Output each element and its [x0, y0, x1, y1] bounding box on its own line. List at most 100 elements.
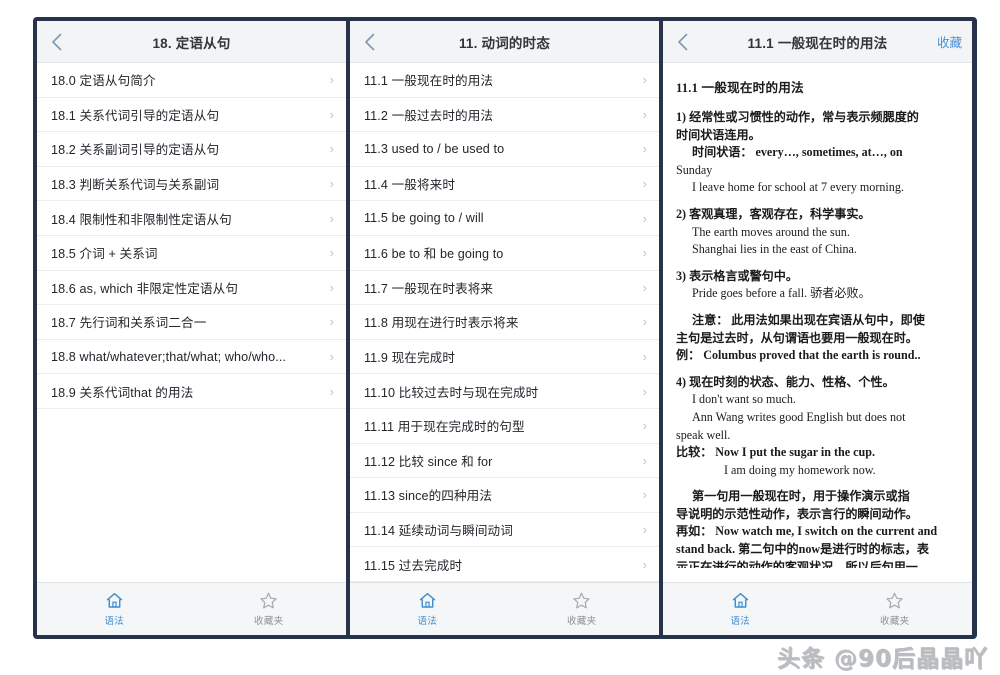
- article-line: Pride goes before a fall. 骄者必败。: [692, 286, 871, 301]
- list-item[interactable]: 18.4 限制性和非限制性定语从句 ›: [37, 201, 346, 236]
- panels-container: 18. 定语从句 18.0 定语从句简介 › 18.1 关系代词引导的定语从句 › 18.…: [37, 21, 973, 635]
- list-item[interactable]: 11.4 一般将来时 ›: [350, 167, 659, 202]
- chevron-right-icon: ›: [329, 176, 334, 192]
- list-item[interactable]: 11.15 过去完成时 ›: [350, 547, 659, 582]
- article-paragraphs: 1) 经常性或习惯性的动作，常与表示频腮度的 时间状语连用。 时间状语： every…: [676, 109, 959, 568]
- tab-label: 语法: [730, 616, 751, 627]
- tab-label: 语法: [417, 616, 438, 627]
- list-item-label: 11.12 比较 since 和 for: [364, 454, 493, 469]
- list-item[interactable]: 18.6 as, which 非限定性定语从句 ›: [37, 271, 346, 306]
- article-body[interactable]: 11.1 一般现在时的用法 1) 经常性或习惯性的动作，常与表示频腮度的 时间状语连…: [663, 63, 972, 582]
- tab-favorites[interactable]: 收藏夹: [505, 583, 660, 635]
- panel-verb-tense: 11. 动词的时态 11.1 一般现在时的用法 › 11.2 一般过去时的用法 › 11.…: [350, 21, 659, 635]
- list-item[interactable]: 11.8 用现在进行时表示将来 ›: [350, 305, 659, 340]
- list-item[interactable]: 11.10 比较过去时与现在完成时 ›: [350, 374, 659, 409]
- chevron-right-icon: ›: [642, 210, 647, 226]
- tab-label: 收藏夹: [567, 616, 597, 627]
- star-icon: [885, 591, 904, 610]
- list-item[interactable]: 11.2 一般过去时的用法 ›: [350, 98, 659, 133]
- list-item-label: 18.8 what/whatever;that/what; who/who...: [51, 349, 287, 364]
- article-line: stand back. 第二句中的now是进行时的标志，表: [676, 542, 929, 557]
- list-item[interactable]: 11.3 used to / be used to ›: [350, 132, 659, 167]
- list-item[interactable]: 11.12 比较 since 和 for ›: [350, 444, 659, 479]
- article-line: I am doing my homework now.: [724, 462, 876, 477]
- list-item-label: 11.15 过去完成时: [364, 558, 463, 573]
- list-item-label: 11.2 一般过去时的用法: [364, 108, 494, 123]
- article-title: 11.1 一般现在时的用法: [676, 81, 804, 95]
- list-item[interactable]: 11.5 be going to / will ›: [350, 201, 659, 236]
- list-item-label: 18.5 介词 + 关系词: [51, 247, 158, 262]
- list-item-label: 11.6 be to 和 be going to: [364, 247, 504, 262]
- chevron-left-icon: [676, 32, 689, 52]
- panel-header: 11. 动词的时态: [350, 21, 659, 63]
- list-item-label: 18.3 判断关系代词与关系副词: [51, 178, 220, 193]
- topic-list[interactable]: 11.1 一般现在时的用法 › 11.2 一般过去时的用法 › 11.3 used to…: [350, 63, 659, 582]
- chevron-right-icon: ›: [642, 245, 647, 261]
- list-item[interactable]: 11.14 延续动词与瞬间动词 ›: [350, 513, 659, 548]
- tab-label: 收藏夹: [880, 616, 910, 627]
- article-line: 主句是过去时，从句谓语也要用一般现在时。: [676, 330, 918, 345]
- home-icon: [731, 591, 750, 610]
- list-item[interactable]: 18.9 关系代词that 的用法 ›: [37, 374, 346, 409]
- tab-favorites[interactable]: 收藏夹: [192, 583, 347, 635]
- topic-list[interactable]: 18.0 定语从句简介 › 18.1 关系代词引导的定语从句 › 18.2 关系副词引导…: [37, 63, 346, 582]
- tab-grammar[interactable]: 语法: [37, 583, 192, 635]
- favorite-button[interactable]: 收藏: [937, 32, 962, 51]
- list-item[interactable]: 11.11 用于现在完成时的句型 ›: [350, 409, 659, 444]
- list-item[interactable]: 11.7 一般现在时表将来 ›: [350, 271, 659, 306]
- list-item-label: 11.8 用现在进行时表示将来: [364, 316, 519, 331]
- page-title: 18. 定语从句: [152, 35, 231, 51]
- panel-header: 11.1 一般现在时的用法 收藏: [663, 21, 972, 63]
- article-line: 注意： 此用法如果出现在宾语从句中，即使: [692, 312, 925, 327]
- back-button[interactable]: [663, 21, 701, 62]
- list-item[interactable]: 11.9 现在完成时 ›: [350, 340, 659, 375]
- list-item[interactable]: 18.0 定语从句简介 ›: [37, 63, 346, 98]
- chevron-right-icon: ›: [642, 383, 647, 399]
- panel-article: 11.1 一般现在时的用法 收藏 11.1 一般现在时的用法 1) 经常性或习惯性的动…: [663, 21, 972, 635]
- chevron-right-icon: ›: [329, 279, 334, 295]
- list-item[interactable]: 18.5 介词 + 关系词 ›: [37, 236, 346, 271]
- list-item[interactable]: 11.6 be to 和 be going to ›: [350, 236, 659, 271]
- list-item[interactable]: 18.7 先行词和关系词二合一 ›: [37, 305, 346, 340]
- watermark: 头条 @90后晶晶吖: [776, 646, 988, 672]
- list-item[interactable]: 18.1 关系代词引导的定语从句 ›: [37, 98, 346, 133]
- chevron-right-icon: ›: [642, 279, 647, 295]
- article-line: 1) 经常性或习惯性的动作，常与表示频腮度的: [676, 110, 919, 124]
- star-icon: [572, 591, 591, 610]
- list-item-label: 18.6 as, which 非限定性定语从句: [51, 281, 239, 296]
- list-item[interactable]: 11.13 since的四种用法 ›: [350, 478, 659, 513]
- back-button[interactable]: [350, 21, 388, 62]
- chevron-right-icon: ›: [642, 487, 647, 503]
- chevron-right-icon: ›: [329, 349, 334, 365]
- back-button[interactable]: [37, 21, 75, 62]
- tab-grammar[interactable]: 语法: [663, 583, 818, 635]
- list-item-label: 11.13 since的四种用法: [364, 489, 493, 504]
- chevron-right-icon: ›: [642, 72, 647, 88]
- list-item-label: 11.14 延续动词与瞬间动词: [364, 524, 513, 539]
- list-item[interactable]: 18.2 关系副词引导的定语从句 ›: [37, 132, 346, 167]
- list-item[interactable]: 11.1 一般现在时的用法 ›: [350, 63, 659, 98]
- list-item-label: 11.4 一般将来时: [364, 178, 456, 193]
- list-item-label: 11.7 一般现在时表将来: [364, 281, 494, 296]
- chevron-right-icon: ›: [642, 141, 647, 157]
- list-item-label: 11.9 现在完成时: [364, 351, 456, 366]
- chevron-right-icon: ›: [642, 418, 647, 434]
- chevron-right-icon: ›: [642, 556, 647, 572]
- list-item[interactable]: 18.8 what/whatever;that/what; who/who...…: [37, 340, 346, 375]
- chevron-left-icon: [50, 32, 63, 52]
- bottom-tab-bar: 语法 收藏夹: [663, 582, 972, 635]
- list-item-label: 11.1 一般现在时的用法: [364, 74, 494, 89]
- list-item-label: 18.1 关系代词引导的定语从句: [51, 108, 220, 123]
- tab-grammar[interactable]: 语法: [350, 583, 505, 635]
- article-line: Ann Wang writes good English but does no…: [692, 409, 906, 424]
- list-item-label: 11.3 used to / be used to: [364, 141, 505, 156]
- article-line: I don't want so much.: [692, 392, 796, 407]
- chevron-left-icon: [363, 32, 376, 52]
- tab-favorites[interactable]: 收藏夹: [818, 583, 973, 635]
- list-item[interactable]: 18.3 判断关系代词与关系副词 ›: [37, 167, 346, 202]
- list-item-label: 18.2 关系副词引导的定语从句: [51, 143, 220, 158]
- article-line: 再如： Now watch me, I switch on the curren…: [676, 524, 938, 539]
- page-title: 11. 动词的时态: [458, 35, 551, 51]
